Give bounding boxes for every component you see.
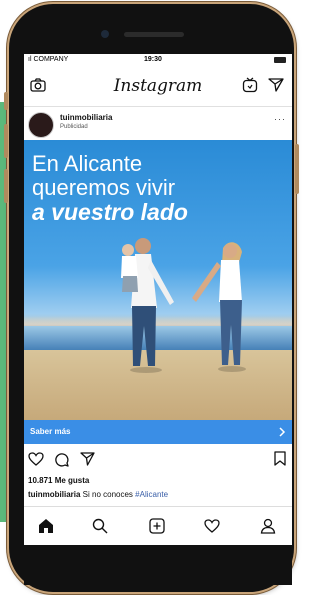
volume-down-button	[4, 169, 8, 203]
carrier-label: ıl COMPANY	[28, 56, 69, 63]
profile-icon[interactable]	[260, 518, 276, 539]
share-icon[interactable]	[80, 452, 95, 471]
instagram-header: Instagram	[24, 66, 292, 107]
igtv-icon[interactable]	[242, 77, 258, 98]
comment-icon[interactable]	[54, 452, 69, 472]
search-icon[interactable]	[92, 518, 108, 539]
battery-icon	[274, 57, 286, 63]
post-header: tuinmobiliaria Publicidad ···	[24, 108, 292, 140]
ad-headline: En Alicante queremos vivir a vuestro lad…	[32, 151, 188, 225]
headline-line-3: a vuestro lado	[32, 199, 188, 225]
volume-up-button	[4, 124, 8, 158]
status-bar: ıl COMPANY 19:30	[24, 54, 292, 66]
clock: 19:30	[144, 56, 162, 63]
phone-bottom-bezel	[24, 545, 292, 585]
learn-more-label: Saber más	[30, 427, 71, 436]
like-icon[interactable]	[28, 452, 44, 471]
caption-text: Si no conoces	[80, 490, 136, 499]
new-post-icon[interactable]	[149, 518, 165, 539]
bottom-navigation	[24, 506, 292, 545]
activity-icon[interactable]	[204, 519, 220, 538]
caption-hashtag[interactable]: #Alicante	[135, 490, 168, 499]
ad-image[interactable]: En Alicante queremos vivir a vuestro lad…	[24, 140, 292, 420]
mute-switch	[4, 92, 8, 110]
avatar[interactable]	[28, 112, 54, 138]
headline-line-1: En Alicante	[32, 151, 143, 176]
more-options-icon[interactable]: ···	[274, 114, 286, 124]
phone-screen: ıl COMPANY 19:30 Instagram tuinmobiliari…	[24, 54, 292, 545]
caption-username[interactable]: tuinmobiliaria	[28, 490, 80, 499]
direct-send-icon[interactable]	[268, 78, 284, 97]
earpiece-speaker	[124, 32, 184, 37]
post-caption: tuinmobiliaria Si no conoces #Alicante	[28, 490, 168, 499]
front-camera	[101, 30, 109, 38]
home-icon[interactable]	[38, 518, 54, 539]
headline-line-2: queremos vivir	[32, 175, 176, 200]
post-actions	[24, 448, 292, 470]
chevron-right-icon	[278, 425, 286, 443]
power-button	[295, 144, 299, 194]
post-username[interactable]: tuinmobiliaria	[60, 113, 112, 122]
learn-more-button[interactable]: Saber más	[24, 420, 292, 444]
sponsored-label: Publicidad	[60, 124, 88, 130]
likes-count[interactable]: 10.871 Me gusta	[28, 476, 89, 485]
save-icon[interactable]	[274, 451, 286, 471]
